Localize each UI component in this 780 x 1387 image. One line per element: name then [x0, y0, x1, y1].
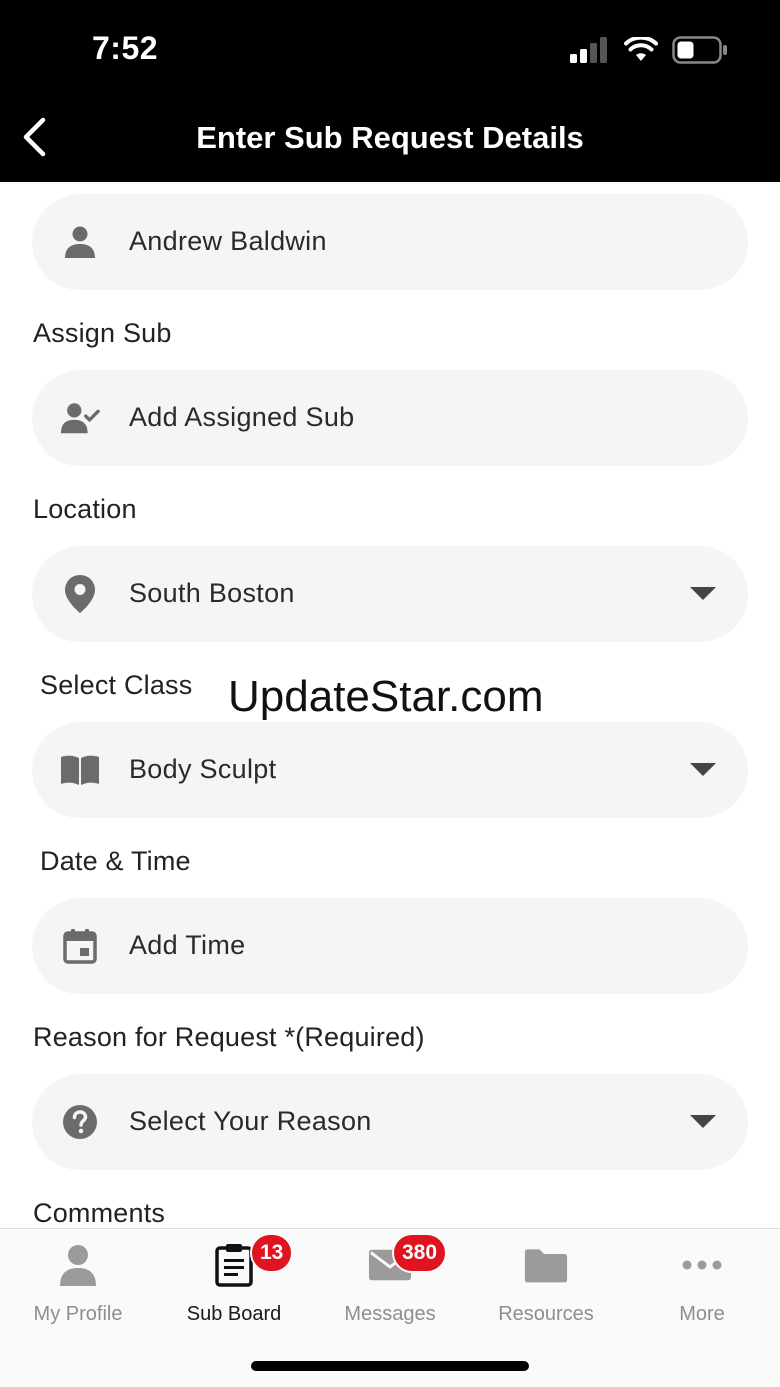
tab-label: Sub Board [186, 1303, 282, 1325]
wifi-icon [624, 37, 658, 61]
tab-label: Resources [498, 1303, 594, 1325]
tab-label: My Profile [33, 1303, 123, 1325]
caret-down-icon [690, 763, 716, 776]
folder-icon [524, 1243, 568, 1287]
location-select[interactable]: South Boston [32, 546, 748, 642]
status-time: 7:52 [92, 30, 159, 66]
location-label: Location [33, 494, 137, 524]
assign-sub-placeholder: Add Assigned Sub [129, 402, 355, 432]
status-bar: 7:52 [0, 0, 780, 92]
navigation-bar: Enter Sub Request Details [0, 92, 780, 182]
caret-down-icon [690, 1115, 716, 1128]
tab-sub-board[interactable]: 13 Sub Board [156, 1229, 312, 1341]
form-content[interactable]: Andrew Baldwin Assign Sub Add Assigned S… [0, 182, 780, 1228]
sub-board-badge: 13 [250, 1233, 294, 1273]
date-time-field[interactable]: Add Time [32, 898, 748, 994]
question-icon [60, 1102, 100, 1142]
reason-select[interactable]: Select Your Reason [32, 1074, 748, 1170]
map-pin-icon [60, 574, 100, 614]
tab-my-profile[interactable]: My Profile [0, 1229, 156, 1341]
calendar-icon [60, 926, 100, 966]
profile-icon [56, 1243, 100, 1287]
tab-label: Messages [344, 1303, 436, 1325]
home-indicator [251, 1361, 529, 1371]
tab-bar: My Profile 13 Sub Board 380 Messages Res… [0, 1228, 780, 1387]
date-time-label: Date & Time [40, 846, 191, 876]
class-select[interactable]: Body Sculpt [32, 722, 748, 818]
tab-messages[interactable]: 380 Messages [312, 1229, 468, 1341]
assign-sub-field[interactable]: Add Assigned Sub [32, 370, 748, 466]
date-time-placeholder: Add Time [129, 930, 246, 960]
tab-more[interactable]: More [624, 1229, 780, 1341]
tab-resources[interactable]: Resources [468, 1229, 624, 1341]
select-class-label: Select Class [40, 670, 193, 700]
signal-icon [570, 37, 607, 63]
instructor-field[interactable]: Andrew Baldwin [32, 194, 748, 290]
battery-icon [672, 36, 727, 64]
comments-label: Comments [33, 1198, 166, 1228]
book-icon [60, 750, 100, 790]
messages-badge: 380 [392, 1233, 448, 1273]
page-title: Enter Sub Request Details [196, 120, 584, 155]
reason-placeholder: Select Your Reason [129, 1106, 372, 1136]
watermark: UpdateStar.com [228, 672, 544, 721]
class-value: Body Sculpt [129, 754, 277, 784]
location-value: South Boston [129, 578, 295, 608]
assign-sub-label: Assign Sub [33, 318, 172, 348]
instructor-name: Andrew Baldwin [129, 226, 327, 256]
person-icon [60, 222, 100, 262]
tab-label: More [679, 1303, 725, 1325]
caret-down-icon [690, 587, 716, 600]
more-icon [680, 1243, 724, 1287]
reason-label: Reason for Request *(Required) [33, 1022, 425, 1052]
status-icons [570, 36, 728, 64]
person-check-icon [60, 398, 100, 438]
